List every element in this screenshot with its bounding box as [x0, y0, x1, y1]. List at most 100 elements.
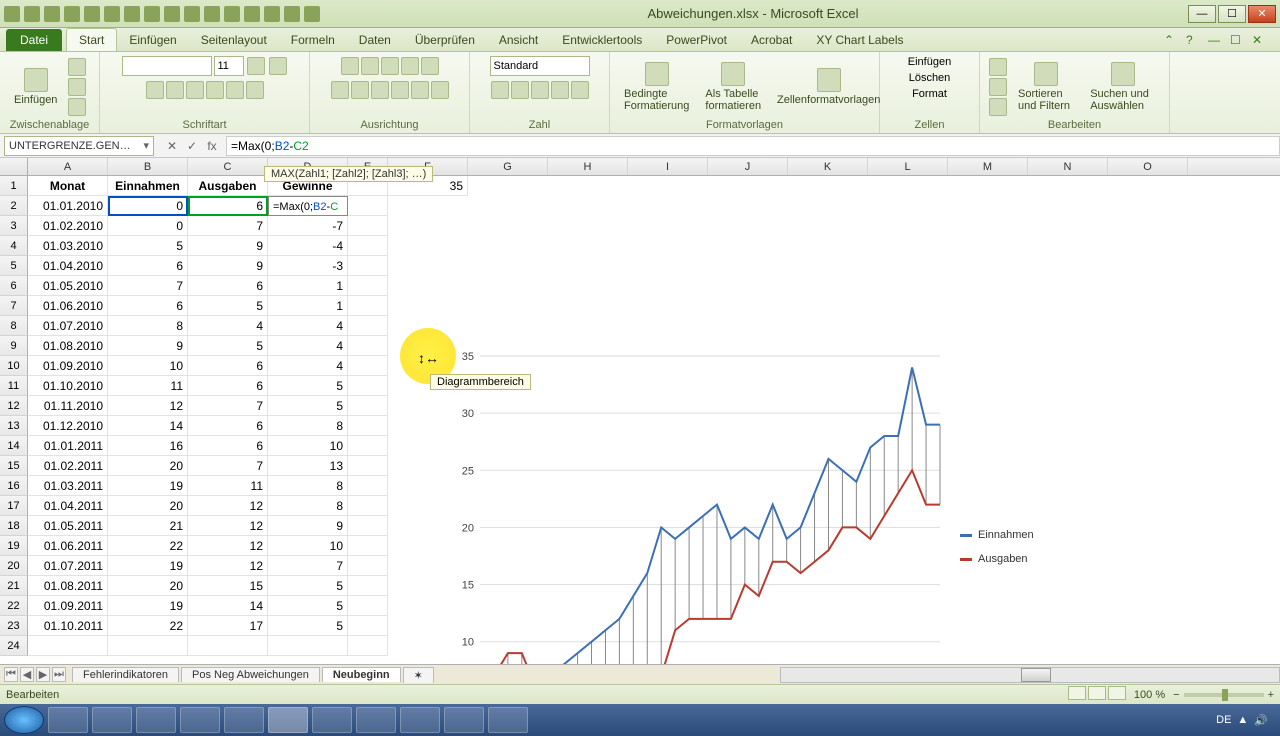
qat-icon[interactable] [184, 6, 200, 22]
table-cell[interactable]: -3 [268, 256, 348, 276]
align-top-icon[interactable] [341, 57, 359, 75]
comma-icon[interactable] [531, 81, 549, 99]
table-cell[interactable]: 9 [268, 516, 348, 536]
table-cell[interactable]: 5 [268, 616, 348, 636]
underline-icon[interactable] [186, 81, 204, 99]
sheet-nav-prev[interactable]: ◀ [20, 667, 34, 682]
zoom-slider[interactable] [1184, 693, 1264, 697]
align-left-icon[interactable] [331, 81, 349, 99]
table-cell[interactable]: 0 [108, 216, 188, 236]
cells-delete[interactable]: Löschen [909, 72, 951, 84]
autosum-icon[interactable] [989, 58, 1007, 76]
table-cell[interactable]: 12 [188, 556, 268, 576]
dec-dec-icon[interactable] [571, 81, 589, 99]
table-cell[interactable]: 4 [188, 316, 268, 336]
table-cell[interactable]: 10 [108, 356, 188, 376]
row-header[interactable]: 22 [0, 596, 28, 616]
orient-icon[interactable] [401, 57, 419, 75]
formatpainter-icon[interactable] [68, 98, 86, 116]
qat-icon[interactable] [204, 6, 220, 22]
table-cell[interactable]: 15 [188, 576, 268, 596]
table-cell[interactable]: 01.02.2011 [28, 456, 108, 476]
help-icon[interactable]: ? [1186, 33, 1200, 47]
table-cell[interactable]: 19 [108, 556, 188, 576]
taskbar-item[interactable] [92, 707, 132, 733]
grow-font-icon[interactable] [247, 57, 265, 75]
qat-icon[interactable] [304, 6, 320, 22]
view-buttons[interactable] [1066, 686, 1126, 703]
row-header[interactable]: 3 [0, 216, 28, 236]
table-cell[interactable]: 6 [188, 416, 268, 436]
italic-icon[interactable] [166, 81, 184, 99]
table-cell[interactable]: 16 [108, 436, 188, 456]
table-cell[interactable]: 8 [108, 316, 188, 336]
sheet-tab[interactable]: Fehlerindikatoren [72, 667, 179, 682]
table-cell[interactable]: 5 [188, 336, 268, 356]
table-cell[interactable]: 6 [188, 196, 268, 216]
align-bot-icon[interactable] [381, 57, 399, 75]
tab-ansicht[interactable]: Ansicht [487, 29, 550, 51]
row-header[interactable]: 1 [0, 176, 28, 196]
row-header[interactable]: 19 [0, 536, 28, 556]
table-cell[interactable]: 01.04.2011 [28, 496, 108, 516]
row-header[interactable]: 14 [0, 436, 28, 456]
row-header[interactable]: 21 [0, 576, 28, 596]
sheet-nav-last[interactable]: ⏭ [52, 667, 66, 682]
table-cell[interactable]: 7 [108, 276, 188, 296]
sort-filter-button[interactable]: Sortieren und Filtern [1012, 60, 1080, 114]
table-cell[interactable]: 01.09.2010 [28, 356, 108, 376]
save-icon[interactable] [24, 6, 40, 22]
fill-icon[interactable] [989, 78, 1007, 96]
border-icon[interactable] [206, 81, 224, 99]
table-cell[interactable]: 1 [268, 276, 348, 296]
tab-entwickler[interactable]: Entwicklertools [550, 29, 654, 51]
table-cell[interactable]: 22 [108, 616, 188, 636]
taskbar-item[interactable] [312, 707, 352, 733]
table-header[interactable]: Einnahmen [108, 176, 188, 196]
taskbar-item[interactable] [400, 707, 440, 733]
qat-icon[interactable] [264, 6, 280, 22]
table-cell[interactable]: -4 [268, 236, 348, 256]
row-header[interactable]: 11 [0, 376, 28, 396]
currency-icon[interactable] [491, 81, 509, 99]
tab-seitenlayout[interactable]: Seitenlayout [189, 29, 279, 51]
tray-icon[interactable]: ▲ [1237, 714, 1248, 726]
minimize-button[interactable]: — [1188, 5, 1216, 23]
row-header[interactable]: 10 [0, 356, 28, 376]
qat-icon[interactable] [224, 6, 240, 22]
table-cell[interactable]: 5 [188, 296, 268, 316]
table-cell[interactable]: 11 [108, 376, 188, 396]
enter-formula-icon[interactable]: ✓ [184, 139, 200, 153]
paste-button[interactable]: Einfügen [8, 66, 63, 108]
tab-start[interactable]: Start [66, 28, 117, 51]
ribbon-restore-icon[interactable]: ☐ [1230, 33, 1244, 47]
tray-lang[interactable]: DE [1216, 714, 1231, 726]
font-family-input[interactable] [122, 56, 212, 76]
table-cell[interactable]: 9 [108, 336, 188, 356]
table-cell[interactable]: 01.12.2010 [28, 416, 108, 436]
tab-acrobat[interactable]: Acrobat [739, 29, 804, 51]
taskbar-item[interactable] [488, 707, 528, 733]
table-cell[interactable]: 22 [108, 536, 188, 556]
table-cell[interactable]: 9 [188, 236, 268, 256]
tab-ueberpruefen[interactable]: Überprüfen [403, 29, 487, 51]
clear-icon[interactable] [989, 98, 1007, 116]
table-cell[interactable]: 1 [268, 296, 348, 316]
spreadsheet-grid[interactable]: A B C D E F G H I J K L M N O 1MonatEinn… [0, 158, 1280, 664]
shrink-font-icon[interactable] [269, 57, 287, 75]
table-cell[interactable]: 5 [268, 576, 348, 596]
table-cell[interactable]: 01.01.2011 [28, 436, 108, 456]
sheet-nav-first[interactable]: ⏮ [4, 667, 18, 682]
col-header[interactable]: K [788, 158, 868, 175]
table-cell[interactable]: 10 [268, 436, 348, 456]
tab-daten[interactable]: Daten [347, 29, 403, 51]
table-cell[interactable]: 01.10.2011 [28, 616, 108, 636]
align-center-icon[interactable] [351, 81, 369, 99]
copy-icon[interactable] [68, 78, 86, 96]
align-right-icon[interactable] [371, 81, 389, 99]
taskbar-item[interactable] [444, 707, 484, 733]
table-cell[interactable]: 5 [268, 396, 348, 416]
select-all-corner[interactable] [0, 158, 28, 175]
row-header[interactable]: 18 [0, 516, 28, 536]
row-header[interactable]: 12 [0, 396, 28, 416]
